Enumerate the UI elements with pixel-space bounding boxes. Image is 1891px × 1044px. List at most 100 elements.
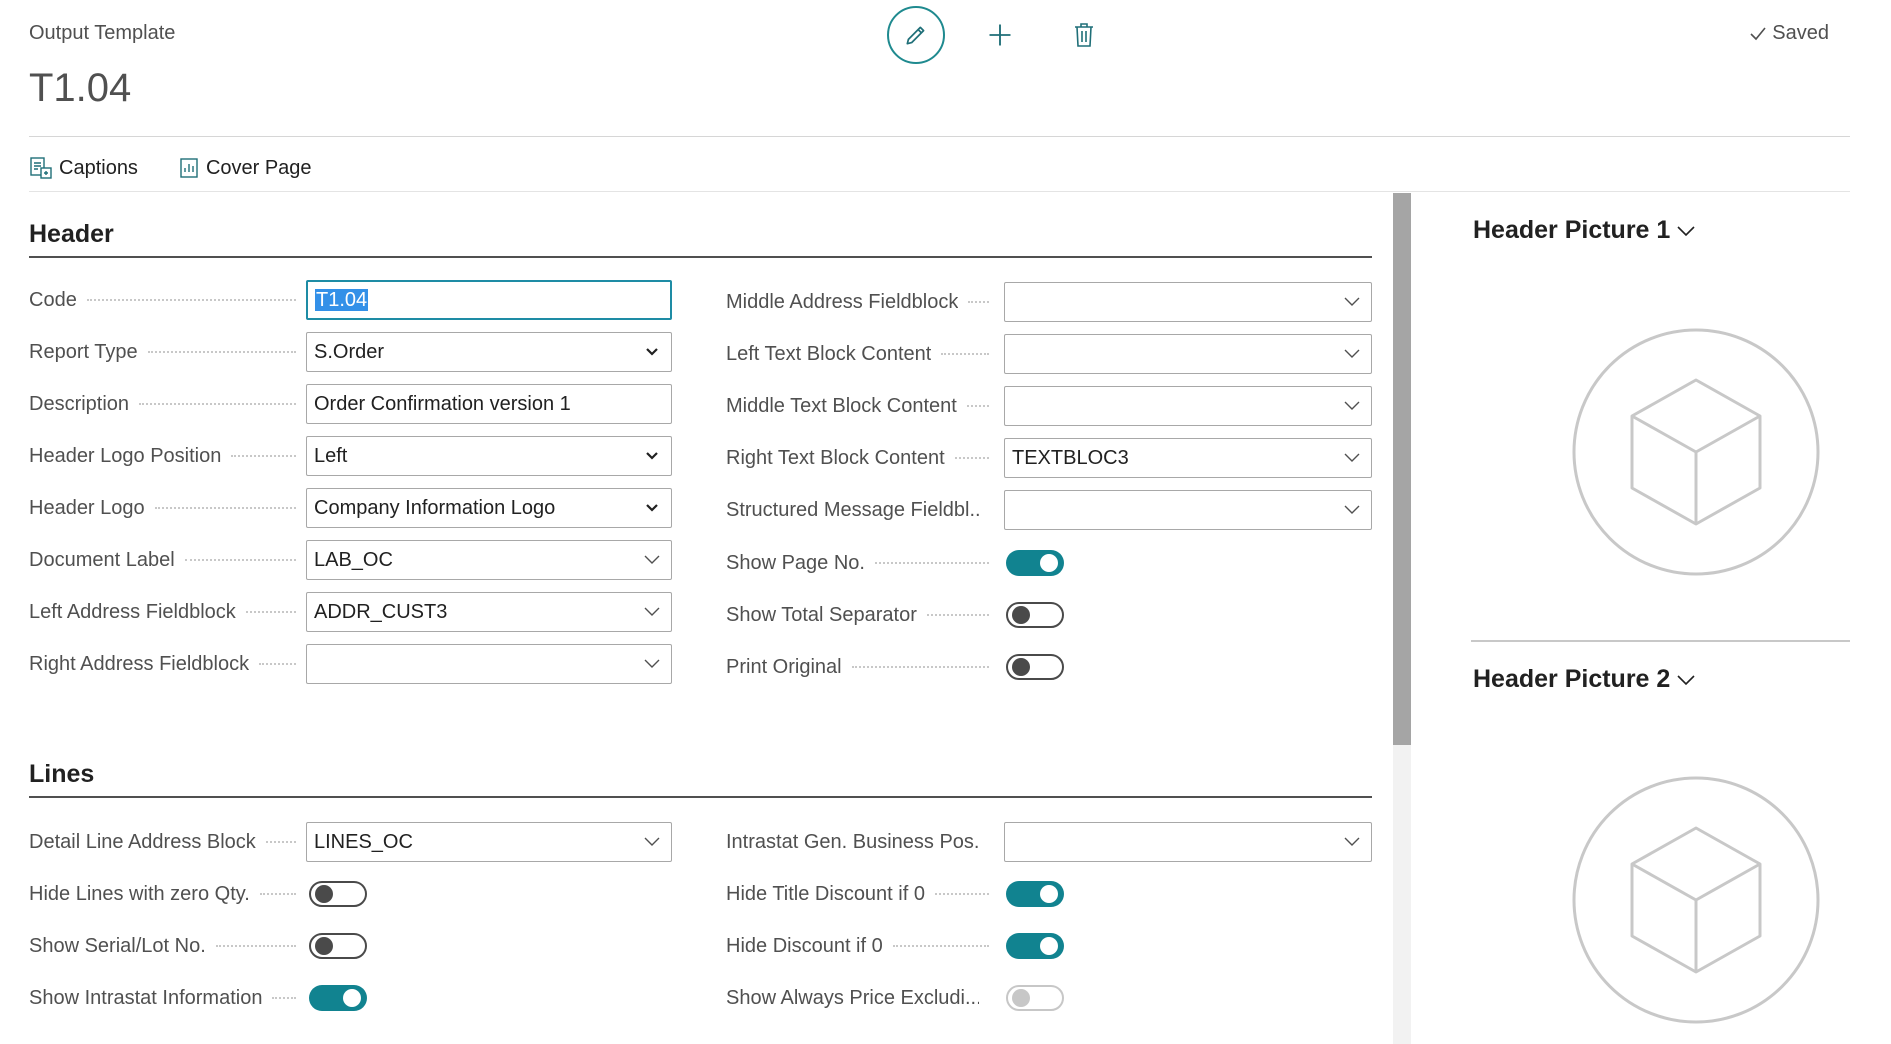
- trash-icon: [1075, 23, 1093, 47]
- new-button[interactable]: [971, 6, 1029, 64]
- leader-dots: [147, 351, 296, 353]
- toggle-knob: [315, 937, 333, 955]
- label-description: Description: [29, 392, 130, 415]
- hide-title-discount-toggle[interactable]: [1006, 881, 1064, 907]
- captions-label: Captions: [59, 156, 138, 179]
- report-type-value: S.Order: [314, 340, 385, 363]
- right-text-block-content-value: TEXTBLOC3: [1012, 446, 1129, 469]
- description-input[interactable]: Order Confirmation version 1: [306, 384, 672, 424]
- label-left-address-fieldblock: Left Address Fieldblock: [29, 600, 236, 623]
- middle-address-fieldblock-lookup[interactable]: [1004, 282, 1372, 322]
- cover-page-label: Cover Page: [205, 156, 312, 179]
- left-address-fieldblock-value: ADDR_CUST3: [314, 600, 448, 623]
- document-label-lookup[interactable]: LAB_OC: [306, 540, 672, 580]
- leader-dots: [86, 299, 296, 301]
- section-title-header[interactable]: Header: [29, 220, 114, 249]
- header-picture-1-title[interactable]: Header Picture 1: [1473, 216, 1696, 245]
- description-value: Order Confirmation version 1: [314, 392, 571, 415]
- section-title-lines[interactable]: Lines: [29, 760, 94, 789]
- scrollbar-thumb[interactable]: [1393, 193, 1411, 745]
- hide-discount-toggle[interactable]: [1006, 933, 1064, 959]
- label-middle-address-fieldblock: Middle Address Fieldblock: [726, 290, 959, 313]
- show-intrastat-information-toggle[interactable]: [309, 985, 367, 1011]
- code-input[interactable]: T1.04: [306, 280, 672, 320]
- leader-dots: [231, 455, 296, 457]
- field-print-original: Print Original: [726, 647, 999, 687]
- left-address-fieldblock-lookup[interactable]: ADDR_CUST3: [306, 592, 672, 632]
- leader-dots: [259, 893, 296, 895]
- header-logo-position-select[interactable]: Left: [306, 436, 672, 476]
- toggle-knob: [1012, 658, 1030, 676]
- field-show-page-no: Show Page No.: [726, 543, 999, 583]
- label-middle-text-block-content: Middle Text Block Content: [726, 394, 957, 417]
- checkmark-icon: [1750, 26, 1766, 40]
- intrastat-gen-business-posting-lookup[interactable]: [1004, 822, 1372, 862]
- structured-message-fieldblock-lookup[interactable]: [1004, 490, 1372, 530]
- show-total-separator-toggle[interactable]: [1006, 602, 1064, 628]
- field-middle-address-fieldblock: Middle Address Fieldblock: [726, 282, 999, 322]
- chevron-down-icon: [646, 452, 658, 460]
- report-type-select[interactable]: S.Order: [306, 332, 672, 372]
- label-right-address-fieldblock: Right Address Fieldblock: [29, 652, 250, 675]
- show-always-price-excluding-toggle: [1006, 985, 1064, 1011]
- captions-icon: [29, 156, 53, 180]
- section-divider-lines: [29, 796, 1372, 798]
- detail-line-address-block-lookup[interactable]: LINES_OC: [306, 822, 672, 862]
- field-left-address-fieldblock: Left Address Fieldblock: [29, 592, 306, 632]
- label-detail-line-address-block: Detail Line Address Block: [29, 830, 256, 853]
- middle-text-block-content-lookup[interactable]: [1004, 386, 1372, 426]
- save-status: Saved: [1748, 22, 1829, 45]
- field-description: Description: [29, 384, 306, 424]
- header-logo-select[interactable]: Company Information Logo: [306, 488, 672, 528]
- field-right-address-fieldblock: Right Address Fieldblock: [29, 644, 306, 684]
- label-right-text-block-content: Right Text Block Content: [726, 446, 945, 469]
- code-value: T1.04: [315, 288, 369, 311]
- delete-button[interactable]: [1055, 6, 1113, 64]
- field-document-label: Document Label: [29, 540, 306, 580]
- leader-dots: [968, 301, 989, 303]
- cover-page-action[interactable]: Cover Page: [178, 157, 312, 180]
- header-picture-2-title[interactable]: Header Picture 2: [1473, 665, 1696, 694]
- label-hide-discount: Hide Discount if 0: [726, 934, 883, 957]
- show-page-no-toggle[interactable]: [1006, 550, 1064, 576]
- leader-dots: [265, 841, 296, 843]
- leader-dots: [139, 403, 296, 405]
- field-middle-text-block-content: Middle Text Block Content: [726, 386, 999, 426]
- hide-lines-zero-qty-toggle[interactable]: [309, 881, 367, 907]
- chevron-down-icon: [644, 659, 660, 668]
- show-serial-lot-no-toggle[interactable]: [309, 933, 367, 959]
- page-caption: Output Template: [29, 22, 176, 44]
- field-hide-discount: Hide Discount if 0: [726, 926, 999, 966]
- detail-line-address-block-value: LINES_OC: [314, 830, 413, 853]
- print-original-toggle[interactable]: [1006, 654, 1064, 680]
- actionbar-divider: [29, 191, 1850, 192]
- field-report-type: Report Type: [29, 332, 306, 372]
- field-code: Code: [29, 280, 306, 320]
- captions-action[interactable]: Captions: [29, 156, 138, 180]
- chevron-down-icon: [1344, 453, 1360, 462]
- right-text-block-content-lookup[interactable]: TEXTBLOC3: [1004, 438, 1372, 478]
- label-hide-lines-zero-qty: Hide Lines with zero Qty.: [29, 882, 250, 905]
- edit-button[interactable]: [887, 6, 945, 64]
- right-address-fieldblock-lookup[interactable]: [306, 644, 672, 684]
- page-title: T1.04: [29, 66, 132, 110]
- image-placeholder-icon: [1572, 328, 1820, 576]
- label-show-page-no: Show Page No.: [726, 551, 865, 574]
- label-intrastat-gen-business-posting: Intrastat Gen. Business Pos...: [726, 830, 979, 853]
- chevron-down-icon: [1344, 401, 1360, 410]
- leader-dots: [874, 562, 989, 564]
- field-hide-lines-zero-qty: Hide Lines with zero Qty.: [29, 874, 306, 914]
- leader-dots: [926, 614, 989, 616]
- chevron-down-icon: [1344, 297, 1360, 306]
- chevron-down-icon: [644, 607, 660, 616]
- leader-dots: [184, 559, 296, 561]
- label-left-text-block-content: Left Text Block Content: [726, 342, 932, 365]
- factbox-divider: [1471, 640, 1850, 642]
- leader-dots: [892, 945, 989, 947]
- field-show-always-price-excluding: Show Always Price Excludi...: [726, 978, 999, 1018]
- chevron-down-icon: [1344, 349, 1360, 358]
- field-show-total-separator: Show Total Separator: [726, 595, 999, 635]
- field-hide-title-discount: Hide Title Discount if 0: [726, 874, 999, 914]
- left-text-block-content-lookup[interactable]: [1004, 334, 1372, 374]
- chevron-down-icon: [1677, 225, 1695, 236]
